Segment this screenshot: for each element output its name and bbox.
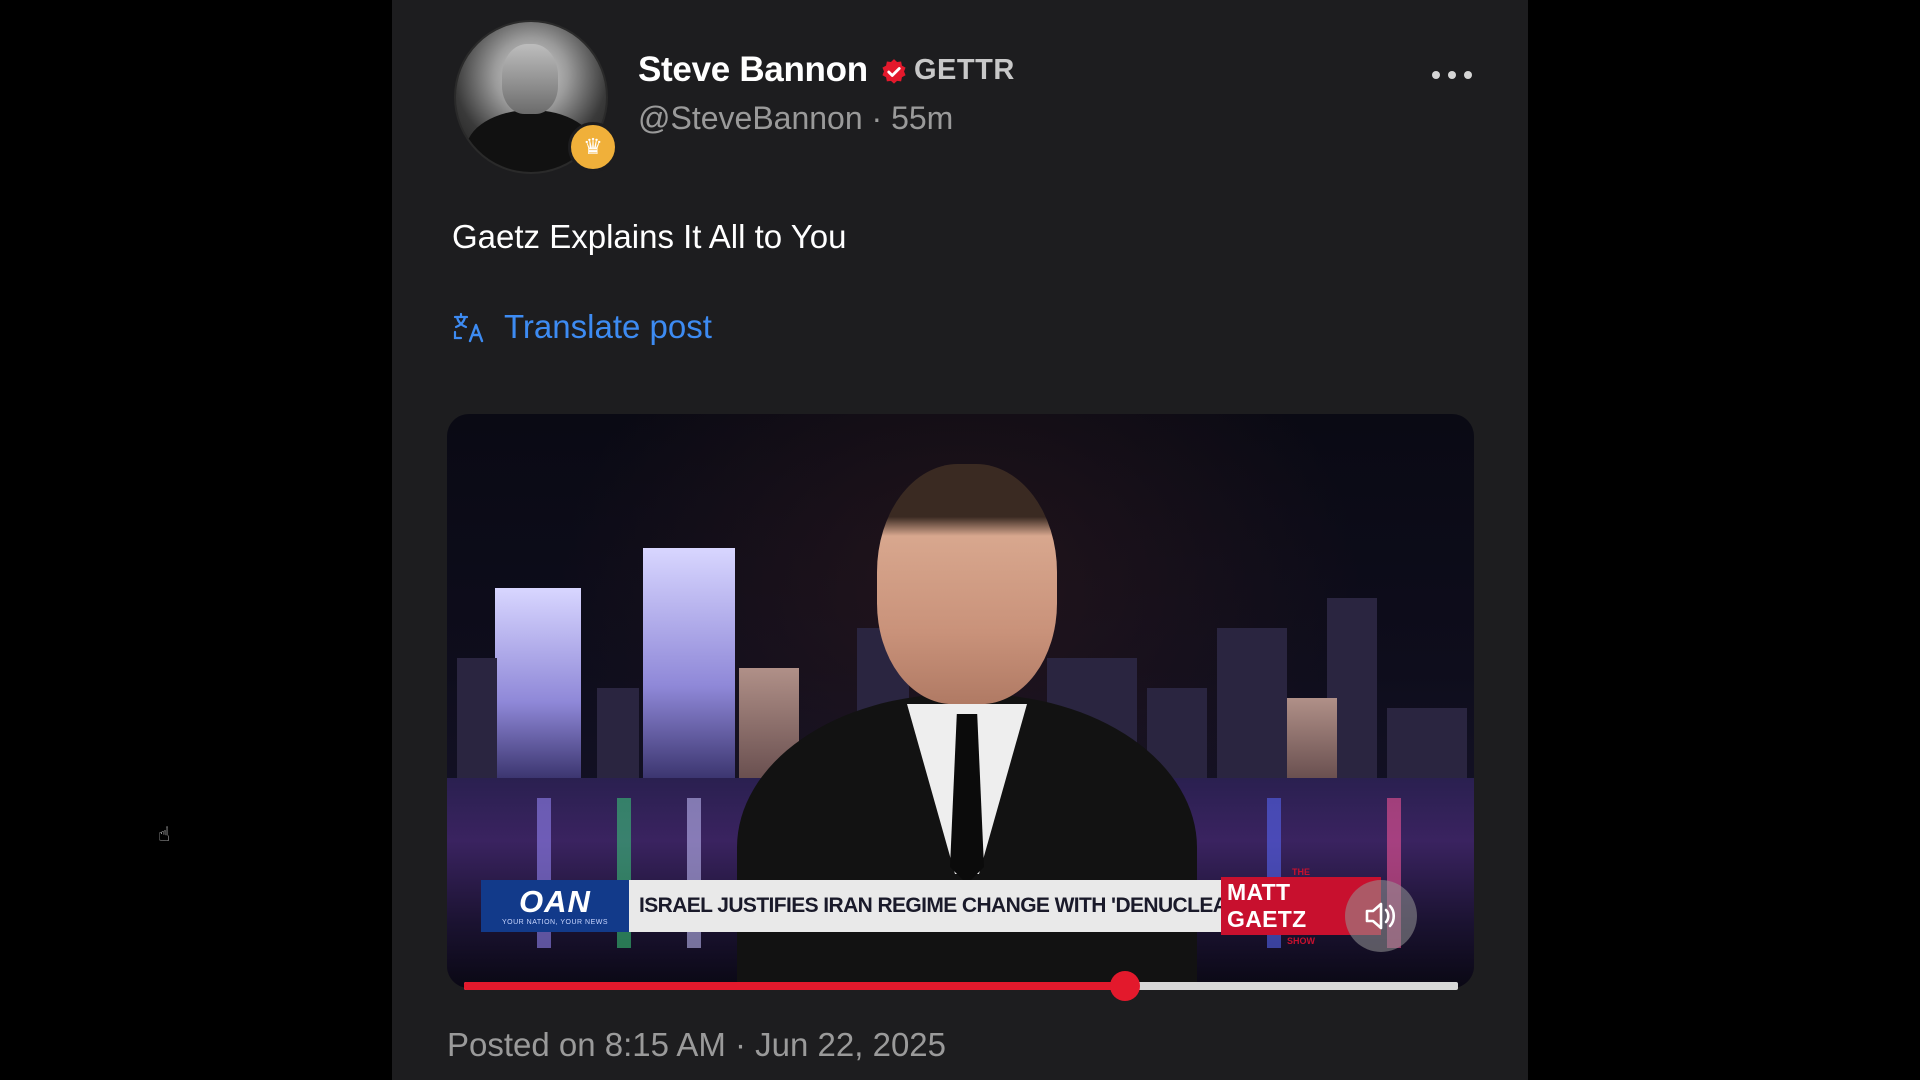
translate-label: Translate post	[504, 308, 712, 345]
translate-icon	[453, 312, 484, 343]
author-handle-time[interactable]: @SteveBannon · 55m	[638, 100, 953, 137]
ticker-headline: ISRAEL JUSTIFIES IRAN REGIME CHANGE WITH…	[629, 880, 1221, 932]
volume-icon[interactable]	[1345, 880, 1417, 952]
post-card: ♛ Steve Bannon GETTR @SteveBannon · 55m …	[392, 0, 1528, 1080]
platform-label: GETTR	[914, 54, 1015, 86]
hand-pointer-icon: ☝	[158, 824, 171, 846]
video-player[interactable]: OAN YOUR NATION, YOUR NEWS ISRAEL JUSTIF…	[447, 414, 1474, 988]
translate-post-link[interactable]: Translate post	[452, 308, 712, 346]
crown-icon: ♛	[568, 122, 618, 172]
posted-timestamp: Posted on 8:15 AM · Jun 22, 2025	[447, 1026, 947, 1063]
progress-knob[interactable]	[1110, 971, 1140, 1001]
video-progress-bar[interactable]	[464, 971, 1458, 1001]
news-ticker: OAN YOUR NATION, YOUR NEWS ISRAEL JUSTIF…	[481, 867, 1381, 946]
network-logo: OAN YOUR NATION, YOUR NEWS	[481, 880, 629, 932]
post-text: Gaetz Explains It All to You	[452, 218, 847, 255]
more-dots-icon[interactable]	[1422, 58, 1482, 92]
author-name[interactable]: Steve Bannon	[638, 50, 868, 90]
verified-badge-icon	[882, 59, 906, 84]
progress-fill	[464, 982, 1125, 990]
